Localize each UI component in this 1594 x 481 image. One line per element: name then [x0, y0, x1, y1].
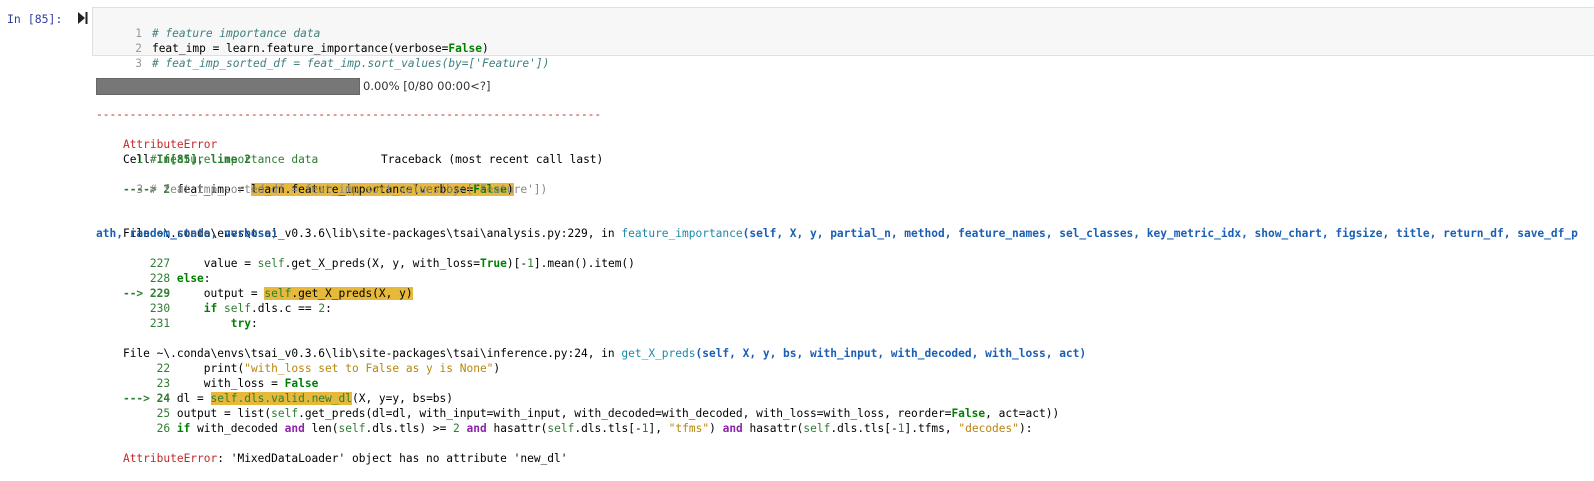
final-error-line: AttributeError: 'MixedDataLoader' object… [122, 452, 568, 465]
trace-line: 230 if self.dls.c == 2: [122, 302, 332, 315]
cell-reference: Cell In[85], line 2 [122, 153, 251, 166]
code-line: 1 # feature importance data [135, 27, 321, 40]
traceback-header: AttributeError Traceback (most recent ca… [96, 122, 606, 166]
code-input-area[interactable]: 1 # feature importance data 2 feat_imp = l… [92, 7, 1594, 70]
trace-line: 228 else: [122, 272, 211, 285]
trace-frame-header: File ~\.conda\envs\tsai_v0.3.6\lib\site-… [122, 227, 1578, 240]
trace-frame-header-cont: ath, random_state, verbose) [96, 227, 278, 240]
cell-prompt: In [85]: [7, 12, 63, 26]
code-line: 3 # feat_imp_sorted_df = feat_imp.sort_va… [135, 57, 550, 70]
trace-line-current: ---> 24 dl = self.dls.valid.new_dl(X, y=… [122, 392, 454, 405]
trace-line-current: ----> 2 feat_imp = learn.feature_importa… [122, 183, 514, 196]
trace-line: 227 value = self.get_X_preds(X, y, with_… [122, 257, 635, 270]
progress-bar [96, 78, 360, 95]
traceback-header-right: Traceback (most recent call last) [381, 153, 604, 166]
trace-frame-header: File ~\.conda\envs\tsai_v0.3.6\lib\site-… [122, 347, 1087, 360]
trace-line: 231 try: [122, 317, 258, 330]
traceback-separator: ----------------------------------------… [96, 108, 602, 121]
trace-line: 22 print("with_loss set to False as y is… [122, 362, 501, 375]
trace-line: 1 # feature importance data [96, 153, 319, 166]
trace-line: 25 output = list(self.get_preds(dl=dl, w… [122, 407, 1060, 420]
trace-line: 23 with_loss = False [122, 377, 319, 390]
trace-line-current: --> 229 output = self.get_X_preds(X, y) [122, 287, 413, 300]
code-line: 2 feat_imp = learn.feature_importance(ver… [135, 42, 489, 55]
trace-line: 3 # feat_imp_sorted_df = feat_imp.sort_v… [96, 183, 548, 196]
trace-line: 26 if with_decoded and len(self.dls.tls)… [122, 422, 1033, 435]
progress-text: 0.00% [0/80 00:00<?] [363, 79, 491, 93]
run-cell-icon[interactable] [78, 12, 88, 24]
